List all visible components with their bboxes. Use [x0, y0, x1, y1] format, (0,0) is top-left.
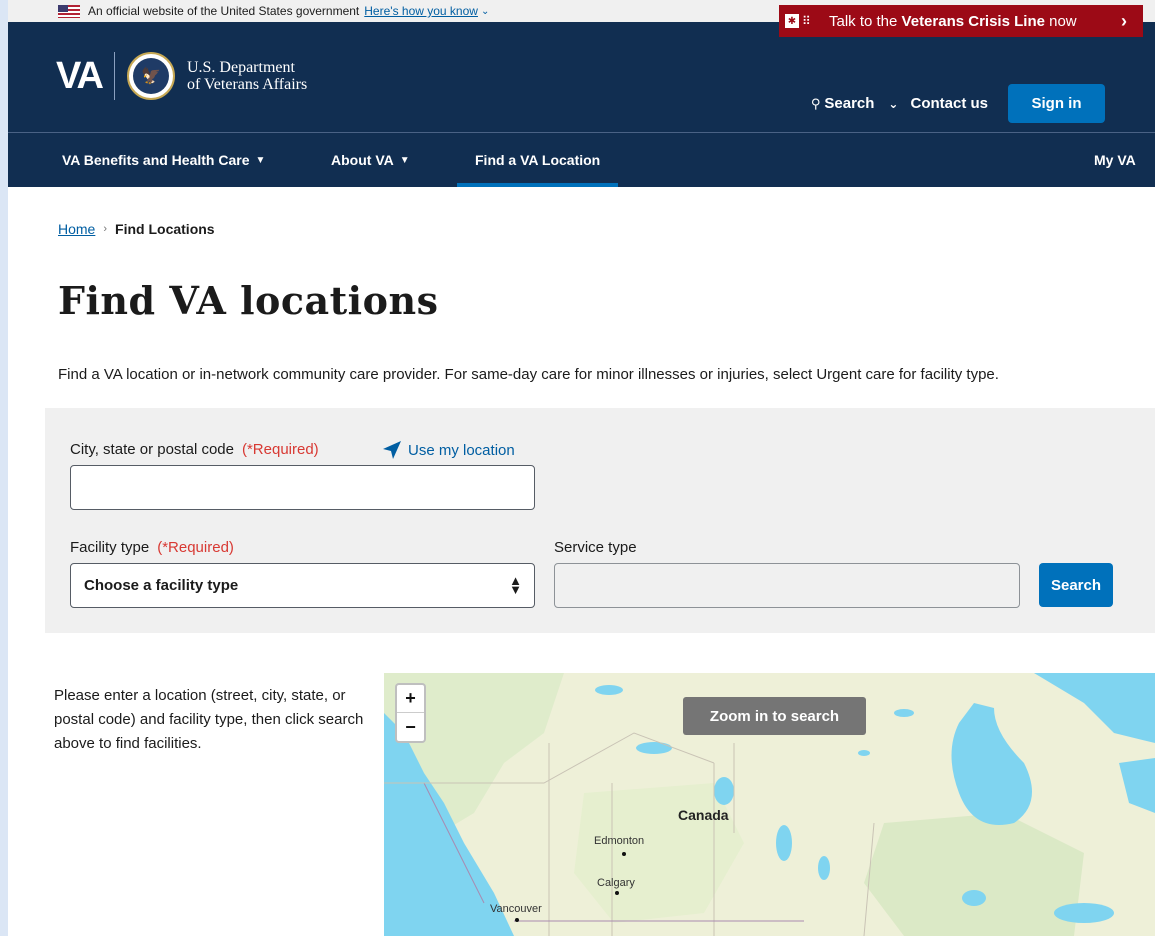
nav-benefits-health-care[interactable]: VA Benefits and Health Care ▼: [62, 133, 265, 187]
map[interactable]: + − Zoom in to search Canada Edmonton Ca…: [384, 673, 1155, 936]
breadcrumb-separator-icon: ›: [103, 223, 108, 235]
nav-find-va-location[interactable]: Find a VA Location: [457, 133, 619, 187]
gov-banner-text: An official website of the United States…: [88, 4, 360, 18]
header-utilities: ⚲ Search ⌄ Contact us Sign in: [811, 84, 1105, 123]
breadcrumb: Home › Find Locations: [58, 221, 215, 237]
search-button[interactable]: Search: [1039, 563, 1113, 607]
map-label-edmonton: Edmonton: [594, 835, 645, 847]
zoom-in-to-search-message: Zoom in to search: [683, 697, 866, 735]
nav-my-va[interactable]: My VA: [1094, 133, 1136, 187]
logo-divider: [113, 52, 115, 100]
crisis-line-icon: ✱ ⠿: [785, 14, 815, 28]
heres-how-you-know-link[interactable]: Here's how you know: [364, 4, 478, 18]
location-label: City, state or postal code (*Required): [70, 441, 319, 458]
search-dropdown-button[interactable]: ⚲ Search ⌄: [811, 95, 899, 112]
contact-us-link[interactable]: Contact us: [910, 95, 988, 112]
facility-type-select[interactable]: Choose a facility type ▲ ▼: [70, 563, 535, 608]
search-form: City, state or postal code (*Required) Us…: [45, 408, 1155, 633]
nav-about-va[interactable]: About VA ▼: [331, 133, 410, 187]
va-logo: VA: [56, 54, 104, 97]
map-city-dot: [515, 918, 519, 922]
search-label: Search: [824, 95, 875, 112]
service-type-label: Service type: [554, 539, 637, 556]
map-label-canada: Canada: [678, 807, 729, 823]
chevron-down-icon: ⌄: [480, 5, 490, 17]
search-icon: ⚲: [810, 95, 821, 111]
search-help-text: Please enter a location (street, city, s…: [54, 687, 364, 752]
zoom-control: + −: [395, 683, 426, 743]
location-input[interactable]: [70, 465, 535, 510]
page-title: Find VA locations: [58, 278, 439, 323]
zoom-out-button[interactable]: −: [397, 713, 424, 741]
us-flag-icon: [58, 4, 80, 18]
map-label-calgary: Calgary: [597, 877, 635, 889]
page: An official website of the United States…: [8, 0, 1155, 936]
va-logo-link[interactable]: VA 🦅 U.S. Department of Veterans Affairs: [56, 52, 307, 100]
location-arrow-icon: [383, 441, 401, 459]
breadcrumb-current: Find Locations: [115, 221, 215, 237]
breadcrumb-home-link[interactable]: Home: [58, 221, 95, 237]
page-intro: Find a VA location or in-network communi…: [58, 366, 999, 383]
site-header: VA 🦅 U.S. Department of Veterans Affairs…: [8, 22, 1155, 187]
map-city-dot: [615, 891, 619, 895]
select-arrows-icon: ▲ ▼: [509, 573, 522, 597]
chevron-down-icon: ▼: [255, 154, 266, 166]
department-name: U.S. Department of Veterans Affairs: [186, 59, 308, 93]
crisis-line-text: Talk to the Veterans Crisis Line now: [829, 12, 1077, 30]
zoom-in-button[interactable]: +: [397, 685, 424, 713]
va-seal-icon: 🦅: [126, 52, 175, 100]
map-label-vancouver: Vancouver: [490, 903, 542, 915]
service-type-input[interactable]: [554, 563, 1020, 608]
veterans-crisis-line-button[interactable]: ✱ ⠿ Talk to the Veterans Crisis Line now …: [779, 5, 1143, 37]
main-nav: VA Benefits and Health Care ▼ About VA ▼ F…: [8, 133, 1155, 187]
map-city-dot: [622, 852, 626, 856]
chevron-right-icon: ›: [1121, 10, 1127, 31]
facility-type-label: Facility type (*Required): [70, 539, 234, 556]
use-my-location-button[interactable]: Use my location: [382, 440, 515, 460]
sign-in-button[interactable]: Sign in: [1008, 84, 1105, 123]
chevron-down-icon: ▼: [399, 154, 410, 166]
chevron-down-icon: ⌄: [888, 96, 899, 111]
